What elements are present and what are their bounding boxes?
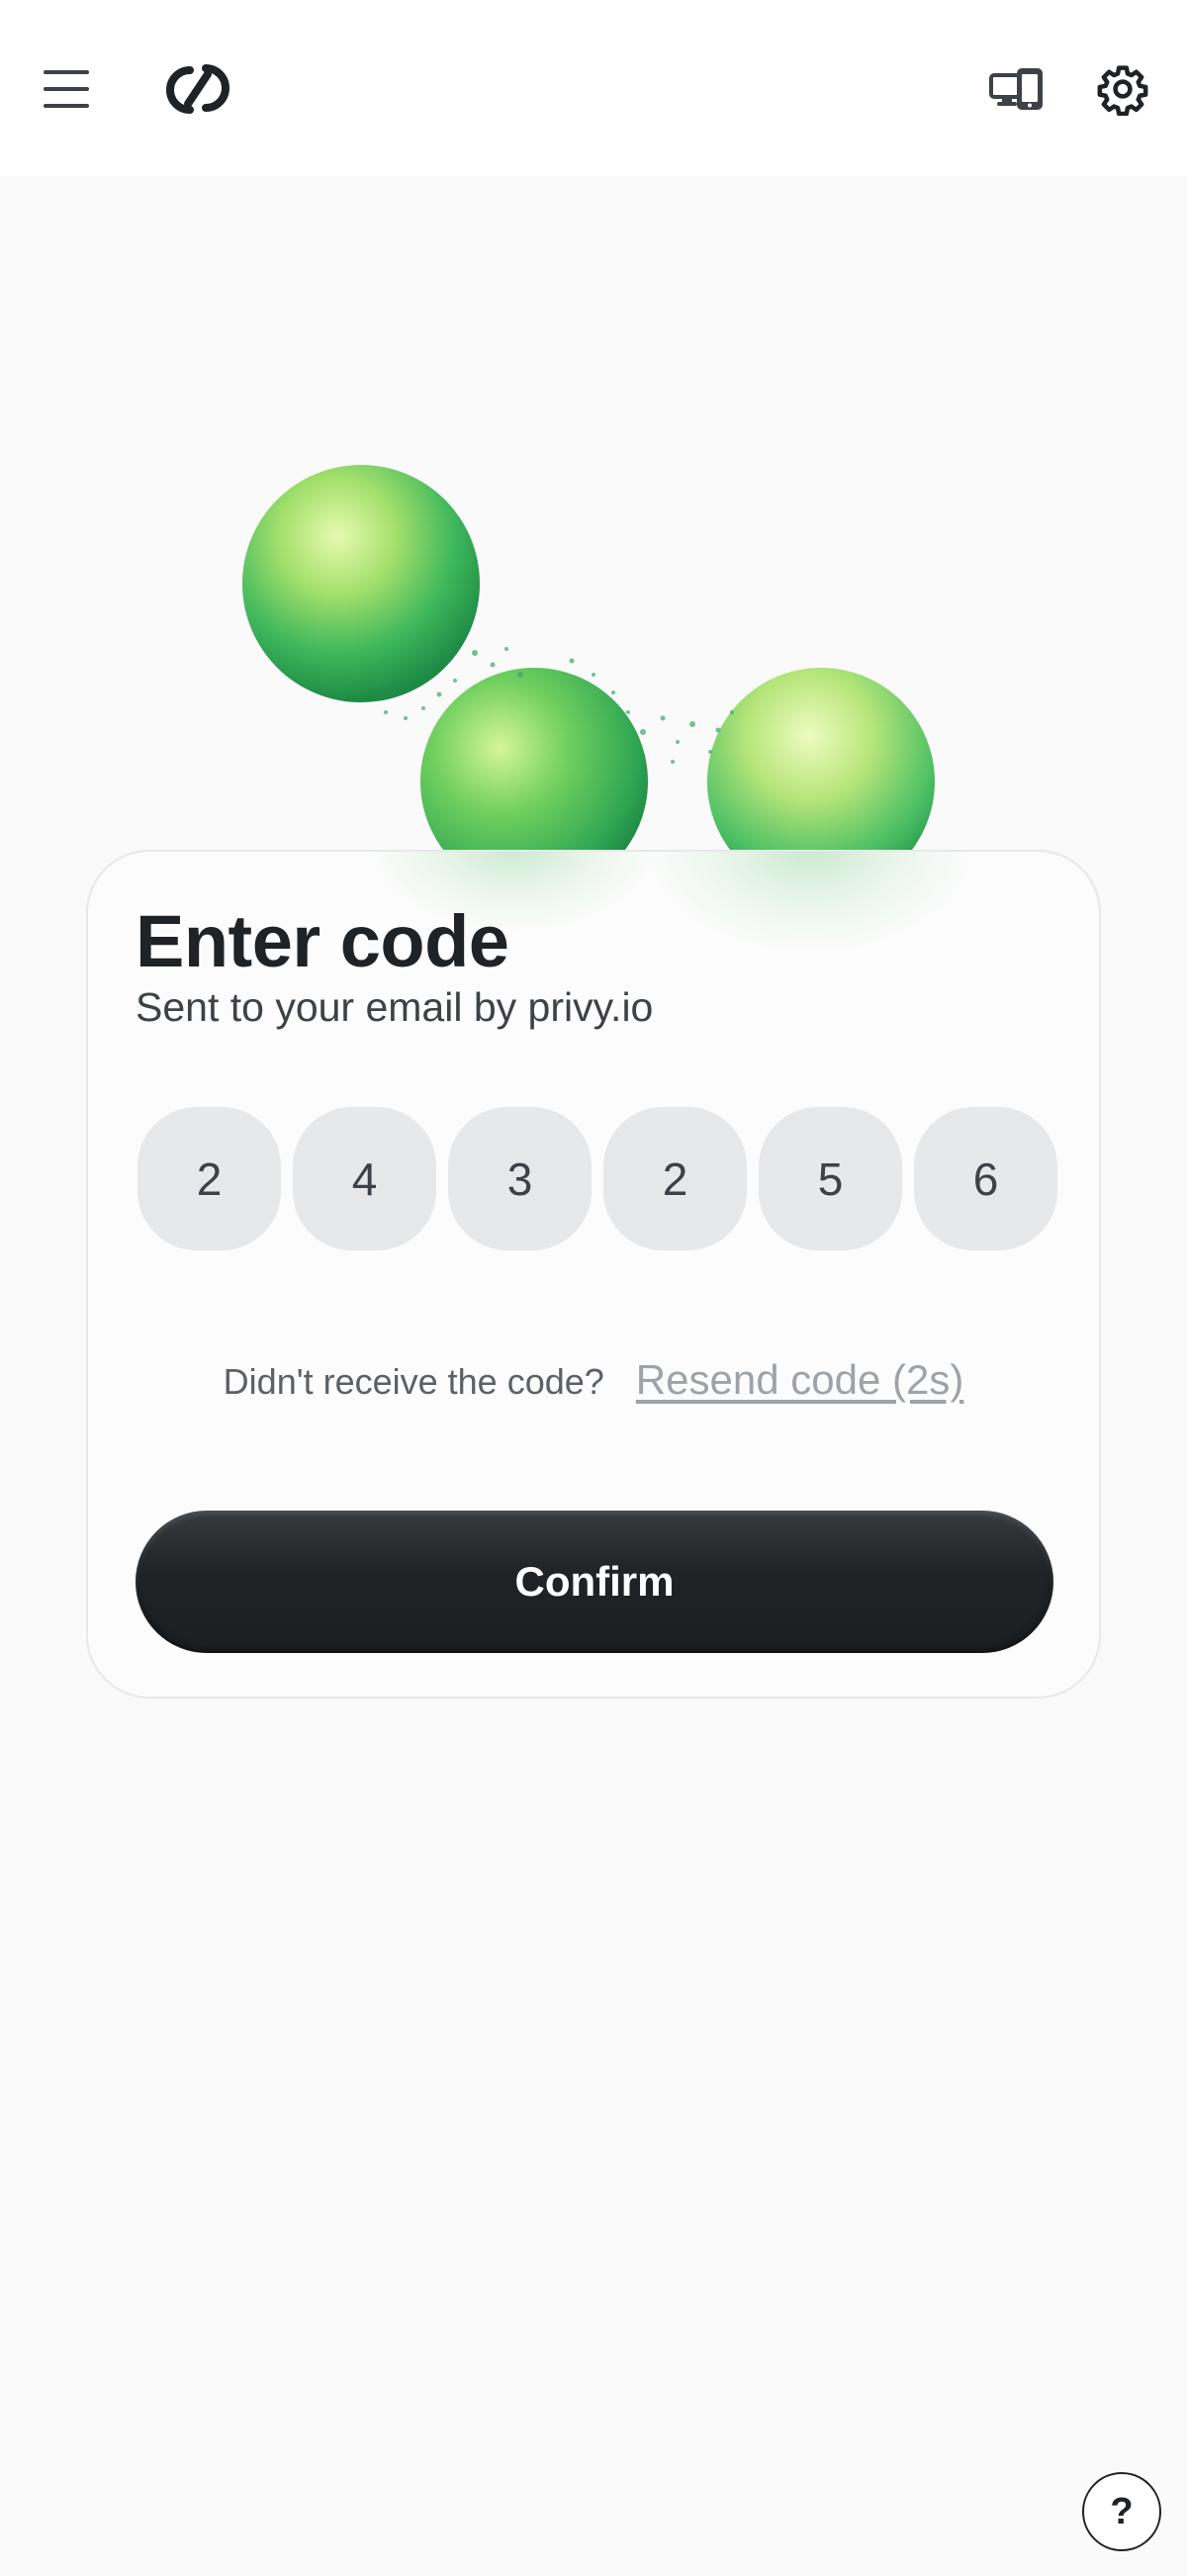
page-title: Enter code <box>136 900 509 982</box>
resend-row: Didn't receive the code? Resend code (2s… <box>88 1356 1099 1404</box>
linked-rings-logo-icon <box>166 64 229 114</box>
verification-card: Enter code Sent to your email by privy.i… <box>86 850 1101 1699</box>
resend-code-link[interactable]: Resend code (2s) <box>636 1356 964 1403</box>
help-button[interactable]: ? <box>1082 2472 1161 2551</box>
page: Enter code Sent to your email by privy.i… <box>0 0 1187 2576</box>
hamburger-menu-icon <box>44 70 89 108</box>
gear-icon <box>1097 65 1148 116</box>
menu-button[interactable] <box>22 49 111 129</box>
otp-digit-4[interactable] <box>603 1107 747 1250</box>
green-spheres-illustration <box>242 465 935 851</box>
otp-digit-5[interactable] <box>759 1107 902 1250</box>
page-subtitle: Sent to your email by privy.io <box>136 984 654 1030</box>
desktop-and-phone-icon <box>988 68 1043 110</box>
app-logo[interactable] <box>148 45 247 134</box>
otp-digit-6[interactable] <box>914 1107 1057 1250</box>
help-question-icon: ? <box>1110 2490 1134 2532</box>
otp-code-inputs <box>137 1107 1057 1250</box>
otp-digit-1[interactable] <box>137 1107 281 1250</box>
otp-digit-3[interactable] <box>448 1107 592 1250</box>
otp-digit-2[interactable] <box>293 1107 436 1250</box>
resend-prompt: Didn't receive the code? <box>223 1361 604 1402</box>
connected-devices-button[interactable] <box>969 45 1063 134</box>
settings-button[interactable] <box>1078 45 1167 134</box>
top-bar <box>0 0 1187 176</box>
confirm-button[interactable]: Confirm <box>136 1511 1053 1653</box>
